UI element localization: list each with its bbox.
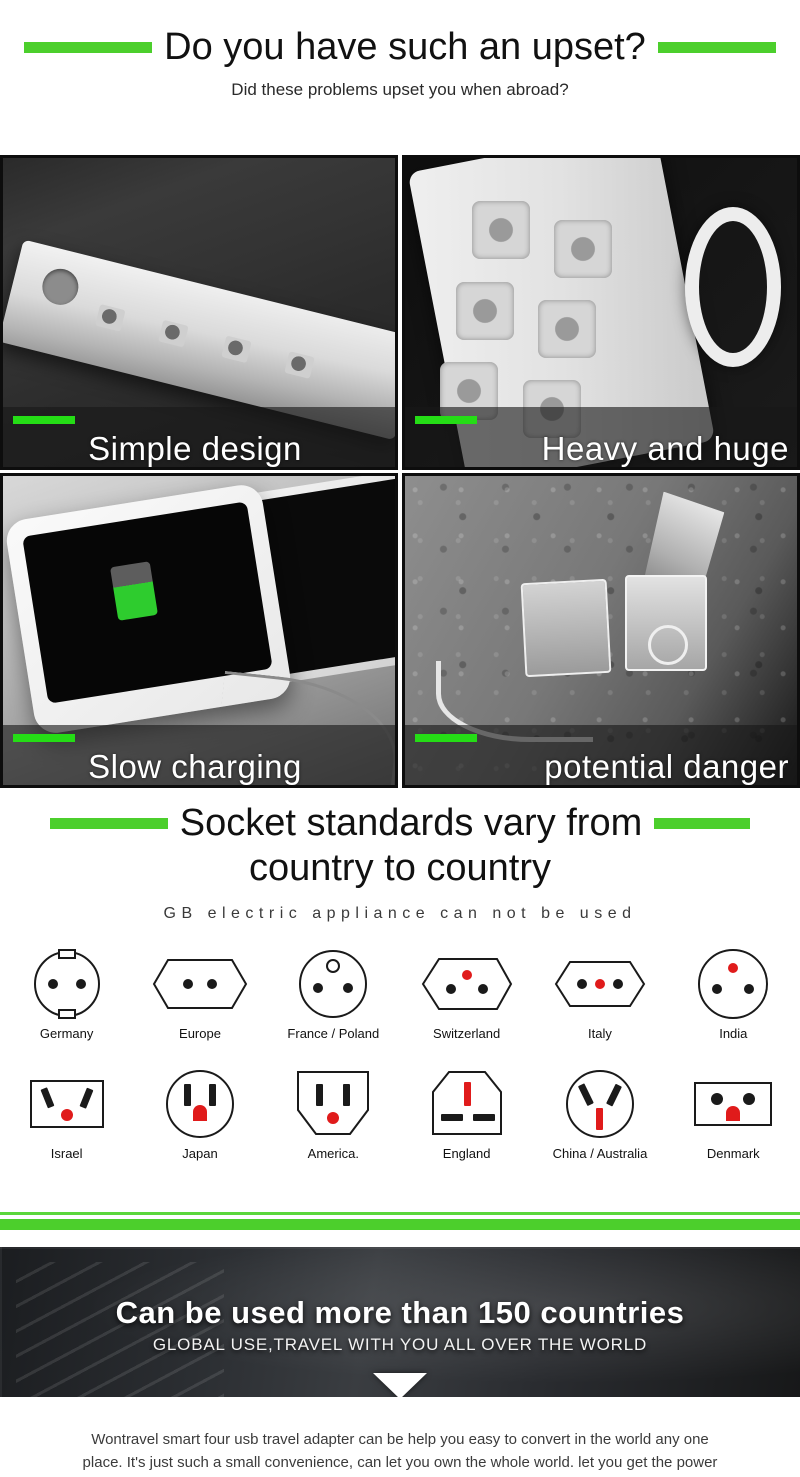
socket-item-italy[interactable]: Italy	[533, 944, 666, 1064]
card-caption: Slow charging	[88, 748, 302, 785]
hero-rule-left	[24, 42, 153, 54]
socket-row: Israel Japan America. England China / Au…	[0, 1064, 800, 1184]
card-caption: Simple design	[88, 430, 302, 467]
sockets-rule-right	[654, 818, 751, 830]
socket-label: Switzerland	[433, 1026, 501, 1041]
socket-item-switzerland[interactable]: Switzerland	[400, 944, 533, 1064]
socket-label: Denmark	[706, 1146, 760, 1161]
hero-heading: Do you have such an upset?	[0, 26, 800, 68]
problem-card-row: Simple design Heavy and huge	[0, 155, 800, 473]
socket-label: Germany	[39, 1026, 94, 1041]
socket-item-japan[interactable]: Japan	[133, 1064, 266, 1184]
problem-card-grid: Simple design Heavy and huge Slow chargi…	[0, 155, 800, 791]
socket-label: France / Poland	[287, 1026, 380, 1041]
socket-item-america[interactable]: America.	[267, 1064, 400, 1184]
socket-england-icon	[427, 1064, 507, 1144]
card-caption-bar: Slow charging	[3, 725, 395, 785]
socket-label: England	[442, 1146, 491, 1161]
socket-item-france-poland[interactable]: France / Poland	[267, 944, 400, 1064]
problem-card-row: Slow charging potential danger	[0, 473, 800, 791]
socket-label: Israel	[50, 1146, 83, 1161]
socket-france-poland-icon	[295, 944, 371, 1024]
card-caption-bar: Simple design	[3, 407, 395, 467]
card-caption: Heavy and huge	[541, 430, 789, 467]
socket-japan-icon	[162, 1064, 238, 1144]
hero-rule-right	[657, 42, 776, 54]
socket-standards-grid: Germany Europe France / Poland Switzerla…	[0, 944, 800, 1184]
card-caption-bar: potential danger	[405, 725, 797, 785]
sockets-title-line1: Socket standards vary from	[179, 802, 643, 844]
sockets-note: GB electric appliance can not be used	[163, 905, 637, 923]
socket-switzerland-icon	[419, 944, 515, 1024]
card-caption: potential danger	[544, 748, 789, 785]
socket-item-england[interactable]: England	[400, 1064, 533, 1184]
caption-dash-icon	[13, 734, 75, 742]
page-title: Do you have such an upset?	[164, 26, 646, 68]
caption-dash-icon	[415, 734, 477, 742]
socket-europe-icon	[152, 944, 248, 1024]
socket-item-denmark[interactable]: Denmark	[667, 1064, 800, 1184]
problem-card[interactable]: Simple design	[0, 155, 398, 470]
socket-item-china-australia[interactable]: China / Australia	[533, 1064, 666, 1184]
sockets-title-line2: country to country	[248, 846, 552, 889]
socket-denmark-icon	[691, 1064, 775, 1144]
hero-subtitle: Did these problems upset you when abroad…	[231, 79, 569, 99]
socket-china-australia-icon	[562, 1064, 638, 1144]
socket-label: India	[719, 1026, 748, 1041]
socket-label: Europe	[179, 1026, 221, 1041]
sockets-rule-left	[49, 818, 168, 830]
socket-item-india[interactable]: India	[667, 944, 800, 1064]
socket-italy-icon	[552, 944, 648, 1024]
sockets-heading-block: Socket standards vary from country to co…	[0, 802, 800, 923]
socket-label: America.	[307, 1146, 359, 1161]
socket-label: China / Australia	[552, 1146, 648, 1161]
banner-subtitle: GLOBAL USE,TRAVEL WITH YOU ALL OVER THE …	[152, 1335, 648, 1354]
socket-item-israel[interactable]: Israel	[0, 1064, 133, 1184]
problem-card[interactable]: Slow charging	[0, 473, 398, 788]
socket-label: Japan	[182, 1146, 218, 1161]
product-detail-page: Do you have such an upset? Did these pro…	[0, 26, 800, 1477]
chevron-down-icon[interactable]	[373, 1373, 427, 1397]
socket-item-germany[interactable]: Germany	[0, 944, 133, 1064]
sockets-heading-row: Socket standards vary from	[0, 802, 800, 844]
caption-dash-icon	[415, 416, 477, 424]
socket-row: Germany Europe France / Poland Switzerla…	[0, 944, 800, 1064]
socket-israel-icon	[27, 1064, 107, 1144]
banner-title: Can be used more than 150 countries	[115, 1295, 685, 1330]
problem-card[interactable]: potential danger	[402, 473, 800, 788]
caption-dash-icon	[13, 416, 75, 424]
socket-india-icon	[694, 944, 772, 1024]
card-caption-bar: Heavy and huge	[405, 407, 797, 467]
socket-item-europe[interactable]: Europe	[133, 944, 266, 1064]
problem-card[interactable]: Heavy and huge	[402, 155, 800, 470]
divider-thin	[0, 1212, 800, 1215]
socket-america-icon	[292, 1064, 374, 1144]
divider-thick	[0, 1219, 800, 1230]
global-use-banner: Can be used more than 150 countries GLOB…	[0, 1247, 800, 1397]
socket-label: Italy	[588, 1026, 612, 1041]
socket-germany-icon	[27, 944, 107, 1024]
footer-paragraph: Wontravel smart four usb travel adapter …	[82, 1431, 718, 1472]
